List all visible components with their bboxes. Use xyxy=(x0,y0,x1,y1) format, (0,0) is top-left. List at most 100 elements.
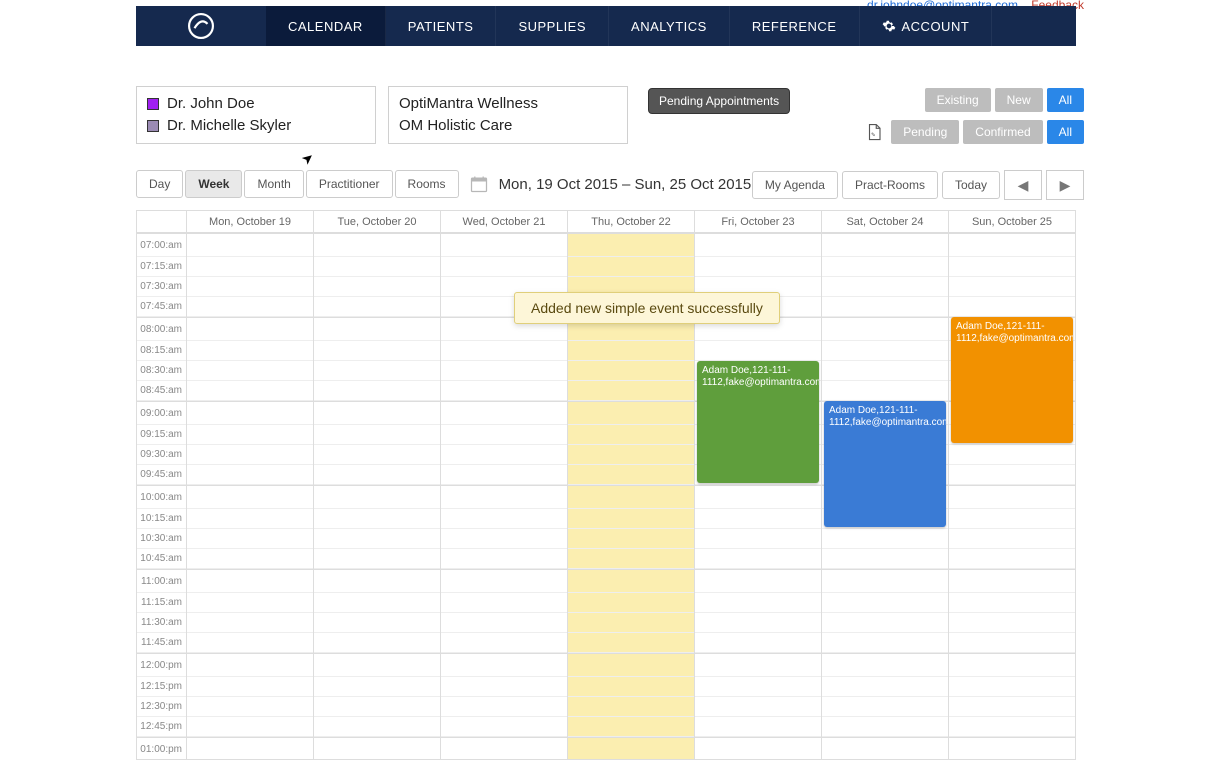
time-slot[interactable] xyxy=(441,613,567,633)
time-slot[interactable] xyxy=(695,549,821,569)
time-slot[interactable] xyxy=(822,653,948,677)
prev-week-button[interactable]: ◀ xyxy=(1004,170,1042,200)
day-column[interactable] xyxy=(313,233,440,759)
time-slot[interactable] xyxy=(949,613,1075,633)
time-slot[interactable] xyxy=(695,509,821,529)
time-slot[interactable] xyxy=(187,569,313,593)
time-slot[interactable] xyxy=(187,361,313,381)
time-slot[interactable] xyxy=(187,277,313,297)
time-slot[interactable] xyxy=(187,317,313,341)
time-slot[interactable] xyxy=(822,277,948,297)
time-slot[interactable] xyxy=(187,509,313,529)
time-slot[interactable] xyxy=(822,569,948,593)
time-slot[interactable] xyxy=(314,317,440,341)
view-practitioner[interactable]: Practitioner xyxy=(306,170,393,198)
time-slot[interactable] xyxy=(568,549,694,569)
time-slot[interactable] xyxy=(822,361,948,381)
time-slot[interactable] xyxy=(568,381,694,401)
time-slot[interactable] xyxy=(314,633,440,653)
time-slot[interactable] xyxy=(187,529,313,549)
nav-tab-patients[interactable]: PATIENTS xyxy=(386,6,497,46)
time-slot[interactable] xyxy=(441,485,567,509)
time-slot[interactable] xyxy=(949,717,1075,737)
time-slot[interactable] xyxy=(187,401,313,425)
time-slot[interactable] xyxy=(314,257,440,277)
time-slot[interactable] xyxy=(822,717,948,737)
time-slot[interactable] xyxy=(695,569,821,593)
pending-appointments-button[interactable]: Pending Appointments xyxy=(648,88,790,114)
time-slot[interactable] xyxy=(568,677,694,697)
nav-tab-reference[interactable]: REFERENCE xyxy=(730,6,860,46)
pdf-export-icon[interactable]: ✎ xyxy=(865,121,883,143)
time-slot[interactable] xyxy=(822,233,948,257)
time-slot[interactable] xyxy=(568,445,694,465)
time-slot[interactable] xyxy=(187,593,313,613)
view-pract-rooms[interactable]: Pract-Rooms xyxy=(842,171,938,199)
time-slot[interactable] xyxy=(314,697,440,717)
time-slot[interactable] xyxy=(568,529,694,549)
time-slot[interactable] xyxy=(568,401,694,425)
nav-tab-analytics[interactable]: ANALYTICS xyxy=(609,6,730,46)
time-slot[interactable] xyxy=(314,277,440,297)
time-slot[interactable] xyxy=(314,485,440,509)
time-slot[interactable] xyxy=(695,737,821,759)
time-slot[interactable] xyxy=(822,381,948,401)
time-slot[interactable] xyxy=(568,361,694,381)
time-slot[interactable] xyxy=(822,549,948,569)
brand-logo[interactable] xyxy=(136,6,266,46)
time-slot[interactable] xyxy=(441,697,567,717)
time-slot[interactable] xyxy=(949,257,1075,277)
time-slot[interactable] xyxy=(441,737,567,759)
time-slot[interactable] xyxy=(441,593,567,613)
time-slot[interactable] xyxy=(441,401,567,425)
time-slot[interactable] xyxy=(568,485,694,509)
time-slot[interactable] xyxy=(314,233,440,257)
time-slot[interactable] xyxy=(187,381,313,401)
calendar-event[interactable]: Adam Doe,121-111-1112,fake@optimantra.co… xyxy=(824,401,946,527)
time-slot[interactable] xyxy=(187,233,313,257)
time-slot[interactable] xyxy=(187,297,313,317)
time-slot[interactable] xyxy=(568,509,694,529)
time-slot[interactable] xyxy=(695,633,821,653)
time-slot[interactable] xyxy=(568,257,694,277)
time-slot[interactable] xyxy=(949,677,1075,697)
filter-status-all[interactable]: All xyxy=(1047,120,1084,144)
location-filter-box[interactable]: OptiMantra WellnessOM Holistic Care xyxy=(388,86,628,144)
time-slot[interactable] xyxy=(314,737,440,759)
time-slot[interactable] xyxy=(822,529,948,549)
time-slot[interactable] xyxy=(949,633,1075,653)
filter-type-new[interactable]: New xyxy=(995,88,1043,112)
time-slot[interactable] xyxy=(822,633,948,653)
nav-tab-supplies[interactable]: SUPPLIES xyxy=(496,6,609,46)
time-slot[interactable] xyxy=(822,697,948,717)
time-slot[interactable] xyxy=(314,613,440,633)
time-slot[interactable] xyxy=(695,697,821,717)
time-slot[interactable] xyxy=(314,593,440,613)
time-slot[interactable] xyxy=(822,257,948,277)
time-slot[interactable] xyxy=(441,233,567,257)
time-slot[interactable] xyxy=(187,257,313,277)
time-slot[interactable] xyxy=(187,485,313,509)
time-slot[interactable] xyxy=(187,717,313,737)
location-row[interactable]: OM Holistic Care xyxy=(399,115,617,137)
time-slot[interactable] xyxy=(441,653,567,677)
calendar-event[interactable]: Adam Doe,121-111-1112,fake@optimantra.co… xyxy=(697,361,819,483)
time-slot[interactable] xyxy=(441,465,567,485)
time-slot[interactable] xyxy=(822,677,948,697)
time-slot[interactable] xyxy=(695,677,821,697)
time-slot[interactable] xyxy=(187,677,313,697)
view-day[interactable]: Day xyxy=(136,170,183,198)
view-month[interactable]: Month xyxy=(244,170,303,198)
time-slot[interactable] xyxy=(568,653,694,677)
time-slot[interactable] xyxy=(187,465,313,485)
time-slot[interactable] xyxy=(568,633,694,653)
time-slot[interactable] xyxy=(441,445,567,465)
time-slot[interactable] xyxy=(949,233,1075,257)
nav-tab-calendar[interactable]: CALENDAR xyxy=(266,6,386,46)
time-slot[interactable] xyxy=(187,653,313,677)
time-slot[interactable] xyxy=(695,485,821,509)
time-slot[interactable] xyxy=(441,549,567,569)
time-slot[interactable] xyxy=(568,717,694,737)
time-slot[interactable] xyxy=(949,593,1075,613)
time-slot[interactable] xyxy=(314,509,440,529)
